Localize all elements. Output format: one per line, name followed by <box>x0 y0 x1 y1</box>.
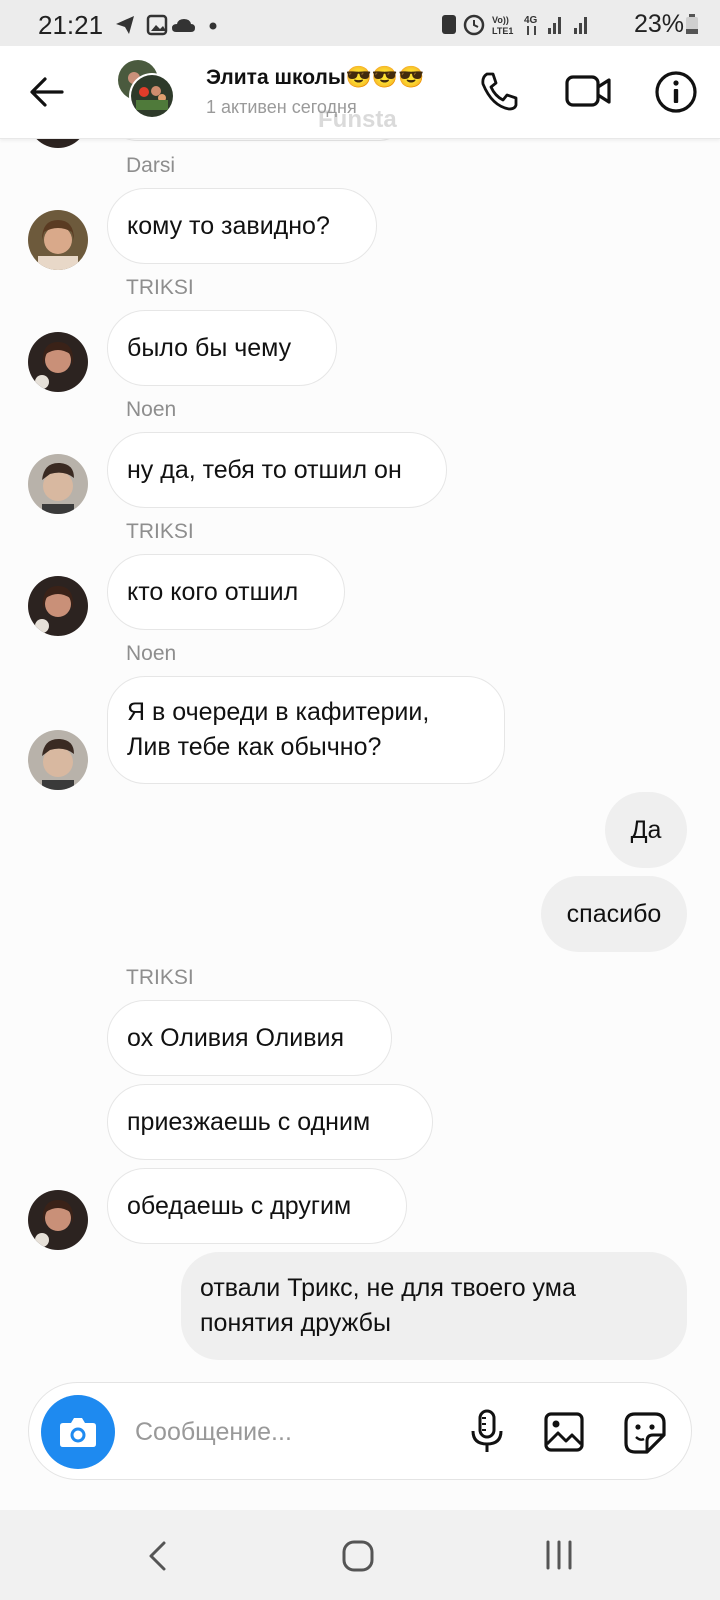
sticker-icon[interactable] <box>623 1411 667 1455</box>
info-icon[interactable] <box>654 70 698 114</box>
avatar-noen[interactable] <box>28 454 88 514</box>
message-bubble[interactable]: кому то завидно? <box>107 188 377 264</box>
camera-button[interactable] <box>41 1395 115 1469</box>
avatar-darsi[interactable] <box>28 210 88 270</box>
message-bubble-outgoing[interactable]: отвали Трикс, не для твоего ума понятия … <box>181 1252 687 1360</box>
phone-call-icon[interactable] <box>478 70 518 112</box>
sender-name: Darsi <box>126 154 176 177</box>
signal-icon <box>548 17 561 34</box>
status-time: 21:21 <box>38 10 104 40</box>
message-bubble[interactable]: Я в очереди в кафитерии, Лив тебе как об… <box>107 676 505 784</box>
message-bubble-outgoing[interactable]: Да <box>605 792 687 868</box>
message-bubble[interactable]: ох Оливия Оливия <box>107 1000 392 1076</box>
message-line: отвали Трикс, не для твоего ума <box>200 1274 576 1302</box>
message-line: Я в очереди в кафитерии, <box>127 698 430 726</box>
svg-text:4G: 4G <box>524 15 538 26</box>
message-composer <box>28 1382 692 1480</box>
svg-text:Vo)): Vo)) <box>492 15 509 25</box>
sender-name: Noen <box>126 398 177 421</box>
group-title[interactable]: Элита школы😎😎😎 <box>206 66 424 90</box>
gallery-icon[interactable] <box>543 1411 585 1453</box>
recycle-icon <box>442 15 456 34</box>
system-status-icons: Vo)) LTE1 4G <box>442 14 587 36</box>
camera-icon <box>60 1418 96 1447</box>
message-bubble-outgoing[interactable]: спасибо <box>541 876 687 952</box>
sender-name: TRIKSI <box>126 276 194 299</box>
back-arrow-icon[interactable] <box>30 76 64 108</box>
cloud-icon <box>172 19 195 32</box>
avatar-noen[interactable] <box>28 730 88 790</box>
group-avatar[interactable] <box>116 58 178 120</box>
message-bubble[interactable]: приезжаешь с одним <box>107 1084 433 1160</box>
status-bar: 21:21 Vo)) LTE1 4G 23% <box>0 0 720 46</box>
message-input[interactable] <box>135 1413 435 1451</box>
nav-home-icon[interactable] <box>340 1538 376 1574</box>
chat-header: Элита школы😎😎😎 1 активен сегодня Funsta <box>0 46 720 139</box>
notification-icons <box>116 14 217 36</box>
message-bubble[interactable]: обедаешь с другим <box>107 1168 407 1244</box>
signal-icon-2 <box>574 17 587 34</box>
sender-name: TRIKSI <box>126 966 194 989</box>
message-line: понятия дружбы <box>200 1309 391 1337</box>
video-call-icon[interactable] <box>564 72 612 110</box>
message-bubble[interactable]: было бы чему <box>107 310 337 386</box>
microphone-icon[interactable] <box>467 1409 507 1455</box>
message-bubble[interactable]: ну да, тебя то отшил он <box>107 432 447 508</box>
nav-back-icon[interactable] <box>146 1540 170 1572</box>
watermark: Funsta <box>318 106 397 133</box>
svg-text:LTE1: LTE1 <box>492 26 513 36</box>
telegram-icon <box>116 16 134 34</box>
gallery-icon <box>146 14 168 36</box>
sender-name: Noen <box>126 642 177 665</box>
avatar-triksi[interactable] <box>28 332 88 392</box>
avatar-triksi[interactable] <box>28 576 88 636</box>
avatar-triksi[interactable] <box>28 1190 88 1250</box>
battery-percent: 23% <box>633 10 684 38</box>
nav-recents-icon[interactable] <box>544 1540 574 1570</box>
message-bubble[interactable]: кто кого отшил <box>107 554 345 630</box>
system-navigation-bar <box>0 1510 720 1600</box>
message-line: Лив тебе как обычно? <box>127 733 382 761</box>
dot-icon <box>209 22 217 30</box>
sender-name: TRIKSI <box>126 520 194 543</box>
battery-icon <box>686 14 698 34</box>
